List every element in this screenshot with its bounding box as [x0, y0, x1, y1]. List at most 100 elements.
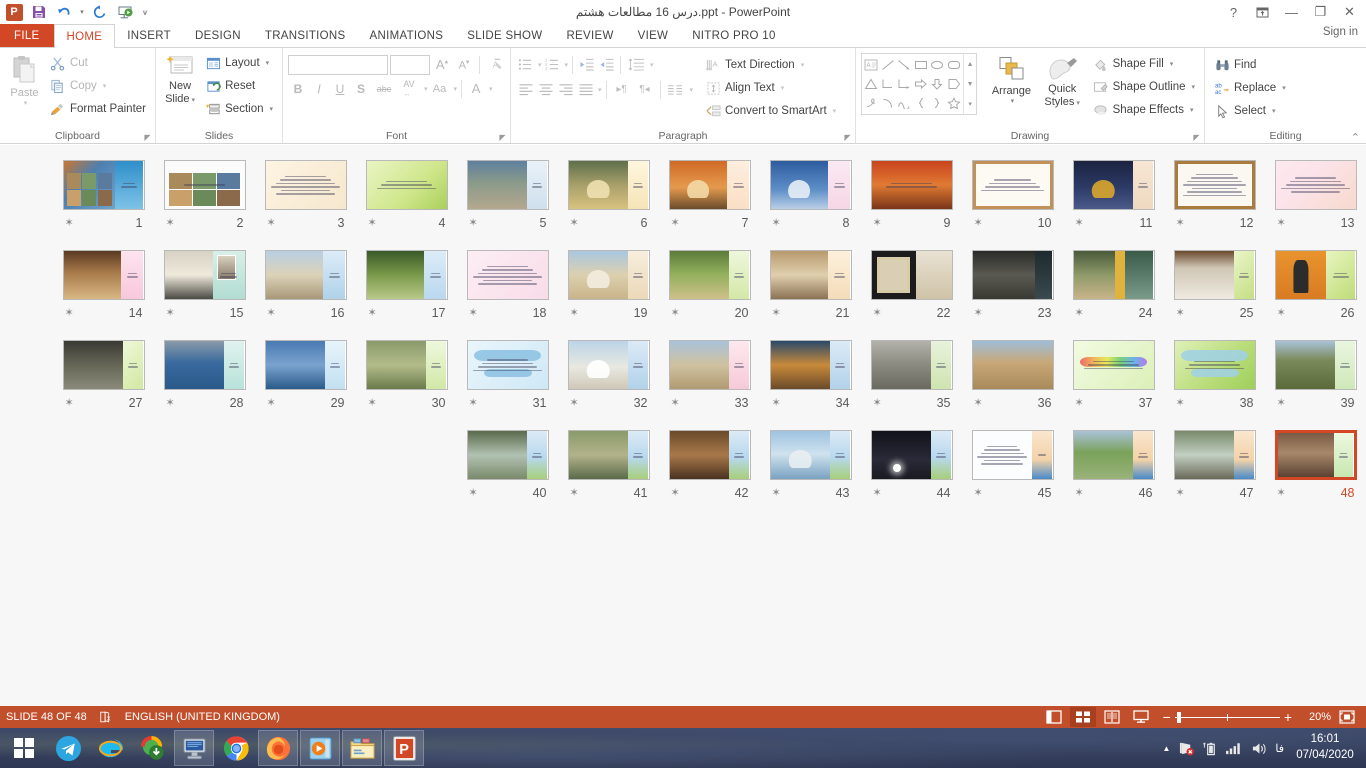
align-dropdown-icon[interactable]: ▾	[598, 86, 602, 94]
quick-access-toolbar[interactable]: P ▾ ⩛	[0, 0, 152, 24]
animation-star-icon[interactable]: ✶	[1176, 398, 1185, 409]
spell-check-icon[interactable]: x	[99, 710, 113, 724]
slide-thumbnail[interactable]: ✶32	[558, 333, 659, 423]
animation-star-icon[interactable]: ✶	[166, 218, 175, 229]
slide-thumbnail[interactable]: ✶4	[356, 153, 457, 243]
slide-thumbnail[interactable]: ✶37	[1063, 333, 1164, 423]
new-slide-dropdown-icon[interactable]: ▾	[192, 97, 196, 104]
clock[interactable]: 16:01 07/04/2020	[1292, 732, 1358, 763]
font-size-input[interactable]	[390, 55, 430, 75]
animation-star-icon[interactable]: ✶	[873, 218, 882, 229]
slide-thumbnail-frame[interactable]	[366, 160, 448, 210]
increase-font-size-button[interactable]: A▴	[432, 54, 452, 75]
window-controls[interactable]: ? — ❐ ✕	[1219, 0, 1364, 24]
shapes-gallery-scrollbar[interactable]: ▲ ▼ ▾	[963, 54, 976, 114]
slide-thumbnail-frame[interactable]	[568, 160, 650, 210]
clear-all-formatting-button[interactable]: A	[485, 54, 505, 75]
section-dropdown-icon[interactable]: ▾	[269, 105, 273, 113]
slide-thumbnail-frame[interactable]	[366, 250, 448, 300]
shapes-gallery[interactable]: A	[861, 53, 977, 115]
slide-thumbnail[interactable]: ✶44	[861, 423, 962, 513]
taskbar-internet-download-manager[interactable]	[132, 730, 172, 766]
animation-star-icon[interactable]: ✶	[974, 488, 983, 499]
animation-star-icon[interactable]: ✶	[1176, 488, 1185, 499]
animation-star-icon[interactable]: ✶	[570, 398, 579, 409]
animation-star-icon[interactable]: ✶	[671, 398, 680, 409]
show-hidden-icons-button[interactable]: ▲	[1162, 744, 1170, 753]
slide-thumbnail-frame[interactable]	[770, 250, 852, 300]
taskbar-google-chrome[interactable]	[216, 730, 256, 766]
slide-thumbnail-frame[interactable]	[265, 160, 347, 210]
slide-thumbnail[interactable]: ✶35	[861, 333, 962, 423]
slide-thumbnail[interactable]: ✶8	[760, 153, 861, 243]
undo-icon[interactable]	[52, 1, 76, 23]
slide-thumbnail[interactable]: ✶5	[457, 153, 558, 243]
paste-dropdown-icon[interactable]: ▾	[24, 99, 28, 107]
rtl-direction-button[interactable]: ¶◂	[634, 79, 656, 100]
slide-thumbnail[interactable]: ✶43	[760, 423, 861, 513]
animation-star-icon[interactable]: ✶	[1176, 308, 1185, 319]
taskbar-firefox[interactable]	[258, 730, 298, 766]
slide-thumbnail-frame[interactable]	[1174, 430, 1256, 480]
character-spacing-dropdown-icon[interactable]: ▾	[424, 85, 428, 93]
slide-thumbnail[interactable]: ✶42	[659, 423, 760, 513]
slide-thumbnail-frame[interactable]	[972, 250, 1054, 300]
slide-thumbnail-frame[interactable]	[467, 340, 549, 390]
shape-rectangle[interactable]	[913, 55, 930, 74]
layout-dropdown-icon[interactable]: ▾	[266, 59, 270, 67]
taskbar-media-player[interactable]	[300, 730, 340, 766]
shape-right-brace[interactable]	[929, 94, 946, 113]
decrease-indent-button[interactable]	[577, 54, 596, 75]
slide-thumbnail-frame[interactable]	[770, 430, 852, 480]
slide-thumbnail[interactable]: ✶11	[1063, 153, 1164, 243]
tab-home[interactable]: HOME	[54, 24, 116, 48]
battery-icon[interactable]	[1203, 741, 1218, 756]
slide-thumbnail[interactable]: ✶40	[457, 423, 558, 513]
animation-star-icon[interactable]: ✶	[469, 488, 478, 499]
animation-star-icon[interactable]: ✶	[166, 308, 175, 319]
slide-thumbnail-frame[interactable]	[669, 250, 751, 300]
animation-star-icon[interactable]: ✶	[772, 398, 781, 409]
slide-thumbnail[interactable]: ✶3	[255, 153, 356, 243]
font-color-dropdown-icon[interactable]: ▾	[489, 85, 493, 93]
slide-thumbnail[interactable]: ✶31	[457, 333, 558, 423]
quick-styles-button[interactable]: Quick Styles▾	[1038, 53, 1087, 108]
volume-icon[interactable]	[1251, 741, 1267, 756]
shape-triangle[interactable]	[863, 74, 880, 93]
animation-star-icon[interactable]: ✶	[873, 308, 882, 319]
font-name-input[interactable]	[288, 55, 388, 75]
animation-star-icon[interactable]: ✶	[65, 218, 74, 229]
animation-star-icon[interactable]: ✶	[1277, 488, 1286, 499]
new-slide-button[interactable]: New Slide▾	[161, 52, 199, 105]
select-dropdown-icon[interactable]: ▾	[1272, 107, 1276, 115]
italic-button[interactable]: I	[309, 78, 329, 99]
shape-outline-button[interactable]: Shape Outline ▾	[1089, 76, 1199, 98]
numbering-dropdown-icon[interactable]: ▾	[565, 61, 569, 69]
arrange-dropdown-icon[interactable]: ▾	[1011, 97, 1015, 105]
shape-down-arrow[interactable]	[929, 74, 946, 93]
slide-thumbnail-frame[interactable]	[871, 160, 953, 210]
slide-thumbnail-frame[interactable]	[1073, 430, 1155, 480]
strikethrough-button[interactable]: abc	[372, 78, 396, 99]
slide-thumbnail[interactable]: ✶28	[154, 333, 255, 423]
slide-thumbnail-frame[interactable]	[366, 340, 448, 390]
slide-thumbnail-frame[interactable]	[265, 340, 347, 390]
find-button[interactable]: Find	[1210, 54, 1290, 76]
columns-button[interactable]	[665, 79, 687, 100]
increase-indent-button[interactable]	[597, 54, 616, 75]
slide-thumbnail-frame[interactable]	[63, 250, 145, 300]
animation-star-icon[interactable]: ✶	[570, 488, 579, 499]
quick-styles-dropdown-icon[interactable]: ▾	[1076, 100, 1080, 107]
animation-star-icon[interactable]: ✶	[570, 218, 579, 229]
slide-thumbnail-frame[interactable]	[669, 430, 751, 480]
slide-thumbnail-frame[interactable]	[1174, 340, 1256, 390]
animation-star-icon[interactable]: ✶	[1075, 398, 1084, 409]
justify-button[interactable]	[576, 79, 595, 100]
animation-star-icon[interactable]: ✶	[166, 398, 175, 409]
animation-star-icon[interactable]: ✶	[368, 398, 377, 409]
text-direction-dropdown-icon[interactable]: ▾	[801, 61, 805, 69]
slide-thumbnail-frame[interactable]	[1073, 340, 1155, 390]
paragraph-dialog-launcher[interactable]: ◤	[843, 133, 852, 142]
slide-counter[interactable]: SLIDE 48 OF 48	[6, 711, 87, 723]
arrange-button[interactable]: Arrange ▾	[985, 53, 1038, 105]
